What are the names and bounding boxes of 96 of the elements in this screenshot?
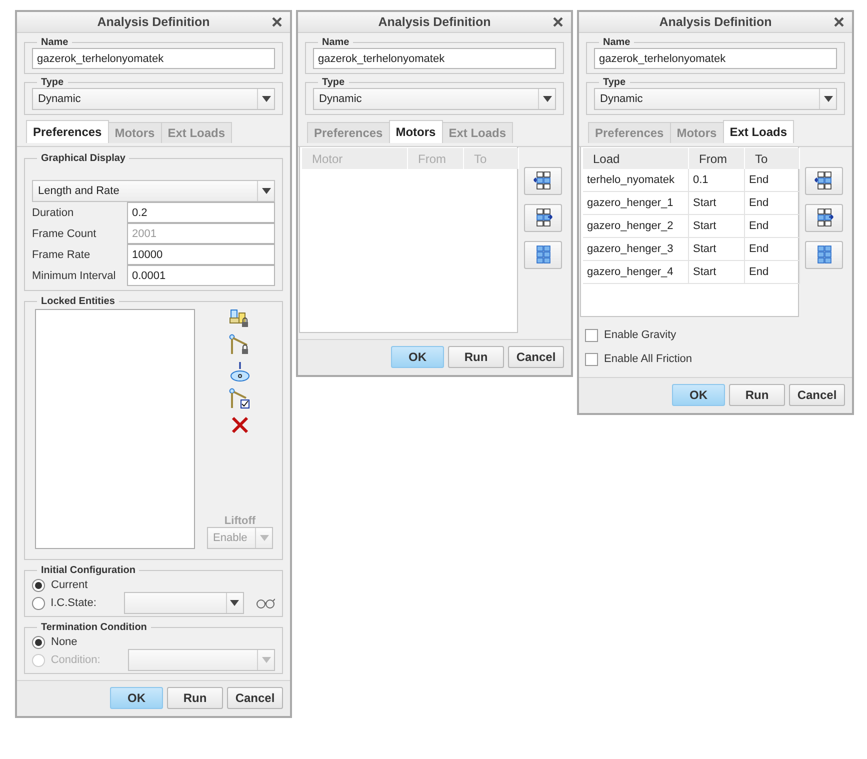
column-header: To (464, 148, 519, 169)
grid-button[interactable] (805, 241, 843, 269)
table-cell[interactable]: 0.1 (689, 169, 745, 192)
delete-icon (230, 415, 250, 435)
caret-icon (824, 96, 832, 102)
table-cell[interactable]: gazero_henger_2 (583, 215, 689, 238)
dialog-button[interactable]: Run (448, 346, 504, 368)
dropdown[interactable]: Dynamic (594, 88, 837, 110)
input-field[interactable]: gazerok_terhelonyomatek (32, 48, 275, 69)
tab[interactable]: Motors (388, 120, 443, 143)
tab[interactable]: Preferences (26, 120, 109, 143)
caret-icon (262, 188, 270, 194)
caret-icon (230, 600, 240, 606)
dialog-button[interactable]: OK (391, 346, 444, 368)
insert-left-icon (533, 171, 553, 191)
dropdown[interactable]: Dynamic (32, 88, 275, 110)
input-field[interactable]: gazerok_terhelonyomatek (594, 48, 837, 69)
field-label: Minimum Interval (32, 270, 117, 282)
checkbox-label: Enable All Friction (604, 353, 692, 365)
column-header: From (408, 148, 464, 169)
column-header: Motor (302, 148, 408, 169)
close-icon[interactable] (553, 17, 563, 27)
window-title: Analysis Definition (378, 15, 491, 29)
radio-label: I.C.State: (50, 597, 98, 609)
table-cell[interactable]: End (745, 261, 800, 284)
field-label: Frame Count (32, 228, 98, 240)
group-title: Name (321, 37, 350, 48)
close-icon[interactable] (272, 17, 282, 27)
group-title: Initial Configuration (40, 565, 136, 576)
group-title: Name (40, 37, 70, 48)
group-title: Name (602, 37, 632, 48)
dialog-button[interactable]: OK (672, 384, 725, 406)
joint-lock-icon (229, 334, 251, 356)
group-title: Type (40, 77, 65, 88)
table-cell[interactable]: Start (689, 192, 745, 215)
table-cell[interactable]: gazero_henger_1 (583, 192, 689, 215)
checkbox[interactable] (585, 352, 598, 366)
radio-label: Current (51, 579, 88, 591)
dialog-button[interactable]: Cancel (227, 687, 283, 709)
checkbox-label: Enable Gravity (604, 329, 676, 341)
dialog-button[interactable]: OK (110, 687, 163, 709)
insert-left-button[interactable] (524, 167, 562, 195)
column-header: To (745, 148, 800, 169)
tab[interactable]: Ext Loads (722, 120, 794, 143)
glasses-icon (256, 597, 276, 609)
group-title: Termination Condition (40, 622, 148, 633)
input-field[interactable]: gazerok_terhelonyomatek (313, 48, 556, 69)
dialog-button[interactable]: Cancel (508, 346, 564, 368)
dialog-button[interactable]: Cancel (789, 384, 845, 406)
insert-left-icon (814, 171, 834, 191)
radio-label: None (51, 636, 78, 648)
input-field[interactable]: 0.2 (127, 202, 275, 223)
group-title: Locked Entities (40, 296, 116, 307)
close-icon[interactable] (834, 17, 844, 27)
input-field[interactable]: 0.0001 (127, 265, 275, 286)
body-drag-icon (229, 361, 251, 383)
table-cell[interactable]: End (745, 215, 800, 238)
liftoff-label: Liftoff (224, 515, 256, 527)
table-cell[interactable]: Start (689, 238, 745, 261)
table-cell[interactable]: terhelo_nyomatek (583, 169, 689, 192)
insert-right-button[interactable] (805, 204, 843, 232)
table-cell[interactable]: gazero_henger_3 (583, 238, 689, 261)
column-header: From (689, 148, 745, 169)
dialog-button[interactable]: Run (167, 687, 223, 709)
window-title: Analysis Definition (659, 15, 772, 29)
insert-left-button[interactable] (805, 167, 843, 195)
joint-check-icon (229, 388, 251, 410)
checkbox[interactable] (585, 328, 598, 342)
window-title: Analysis Definition (97, 15, 210, 29)
radio-label: Condition: (50, 654, 102, 666)
group-title: Type (602, 77, 627, 88)
input-field[interactable]: 10000 (127, 244, 275, 265)
body-lock-icon (229, 309, 251, 329)
table-cell[interactable]: End (745, 169, 800, 192)
column-header: Load (583, 148, 689, 169)
caret-icon (542, 96, 552, 102)
table-cell[interactable]: End (745, 238, 800, 261)
dialog-button[interactable]: Run (729, 384, 785, 406)
insert-right-button[interactable] (524, 204, 562, 232)
radio-button[interactable] (32, 578, 45, 592)
group-title: Graphical Display (40, 153, 126, 164)
grid-button[interactable] (524, 241, 562, 269)
table-cell[interactable]: Start (689, 215, 745, 238)
caret-icon (260, 535, 268, 541)
field-label: Duration (32, 206, 75, 218)
table-cell[interactable]: gazero_henger_4 (583, 261, 689, 284)
dropdown[interactable]: Dynamic (313, 88, 556, 110)
field-label: Frame Rate (32, 248, 92, 260)
radio-button[interactable] (32, 596, 45, 610)
table-cell[interactable]: Start (689, 261, 745, 284)
caret-icon (262, 96, 270, 102)
table-cell[interactable]: End (745, 192, 800, 215)
radio-button[interactable] (32, 636, 45, 648)
caret-icon (262, 657, 270, 663)
group-title: Type (321, 77, 346, 88)
dropdown[interactable]: Length and Rate (32, 180, 275, 202)
